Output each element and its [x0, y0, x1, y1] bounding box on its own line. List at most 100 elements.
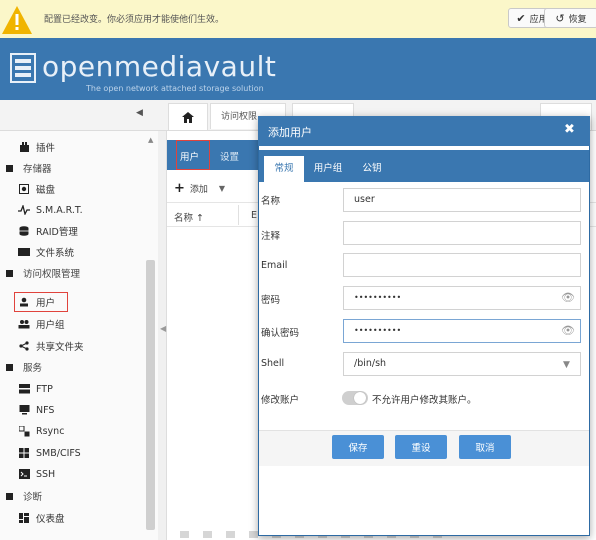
monitor-icon — [18, 405, 30, 415]
dialog-title: 添加用户 — [268, 126, 312, 139]
sidebar-item-label: 访问权限管理 — [23, 269, 81, 280]
sidebar-item-label: S.M.A.R.T. — [36, 204, 83, 216]
tab-general[interactable]: 常规 — [264, 156, 304, 182]
undo-icon: ↺ — [555, 11, 565, 25]
toggle-knob[interactable] — [354, 392, 366, 404]
close-icon[interactable]: ✖ — [564, 122, 575, 137]
terminal-icon — [18, 469, 30, 479]
dashboard-icon — [18, 513, 30, 523]
brand-name: openmediavault — [42, 50, 277, 83]
sidebar-item-shared-folders[interactable]: 共享文件夹 — [0, 336, 146, 356]
sidebar-item-disks[interactable]: 磁盘 — [0, 179, 146, 199]
toggle-description: 不允许用户修改其账户。 — [372, 395, 477, 406]
category-icon — [6, 269, 13, 277]
comment-label: 注释 — [261, 231, 281, 242]
shell-label: Shell — [261, 358, 285, 369]
pager-icon[interactable] — [203, 530, 212, 538]
share-icon — [18, 341, 30, 351]
sidebar-item-label: 插件 — [36, 143, 56, 154]
tab-groups[interactable]: 用户组 — [308, 156, 348, 182]
sidebar-item-label: 服务 — [23, 363, 43, 374]
pager-icon[interactable] — [249, 530, 258, 538]
revert-label: 恢复 — [568, 14, 587, 25]
email-label: Email — [261, 260, 288, 271]
sidebar-item-plugins[interactable]: 插件 — [0, 137, 146, 157]
name-field[interactable]: user — [343, 188, 581, 212]
brand-tagline: The open network attached storage soluti… — [86, 84, 264, 93]
sidebar-scrollbar[interactable] — [146, 260, 155, 530]
sidebar-item-label: 共享文件夹 — [36, 342, 84, 353]
password-field[interactable]: •••••••••• — [343, 286, 581, 310]
sidebar-item-groups[interactable]: 用户组 — [0, 314, 146, 334]
column-header-name[interactable]: 名称 ↑ — [174, 210, 204, 224]
reset-button[interactable]: 重设 — [395, 435, 447, 459]
chevron-down-icon: ▼ — [218, 183, 226, 193]
scroll-up-icon[interactable]: ▲ — [148, 136, 153, 144]
save-button[interactable]: 保存 — [332, 435, 384, 459]
users-icon — [18, 319, 30, 329]
sidebar-item-label: 文件系统 — [36, 248, 75, 259]
collapse-sidebar-icon[interactable]: ◀ — [136, 108, 143, 118]
sidebar-item-label: SSH — [36, 468, 56, 480]
warning-icon — [2, 6, 32, 34]
sidebar-category-access[interactable]: 访问权限管理 — [0, 263, 146, 283]
email-field[interactable] — [343, 253, 581, 277]
eye-icon[interactable]: 👁 — [561, 291, 575, 304]
tab-settings[interactable]: 设置 — [220, 149, 239, 163]
sidebar-item-ftp[interactable]: FTP — [0, 379, 146, 399]
sidebar-item-smart[interactable]: S.M.A.R.T. — [0, 200, 146, 220]
sidebar-item-raid[interactable]: RAID管理 — [0, 221, 146, 241]
tab-public-keys[interactable]: 公钥 — [354, 156, 390, 182]
column-divider — [238, 205, 239, 225]
eye-icon[interactable]: 👁 — [561, 324, 575, 337]
plugin-icon — [18, 142, 30, 152]
sidebar-item-rsync[interactable]: Rsync — [0, 421, 146, 441]
sidebar-category-storage[interactable]: 存储器 — [0, 158, 146, 178]
name-label: 名称 — [261, 196, 281, 207]
database-icon — [18, 226, 30, 236]
sidebar-item-label: Rsync — [36, 425, 65, 437]
category-icon — [6, 492, 13, 500]
category-icon — [6, 363, 13, 371]
sidebar-item-smb[interactable]: SMB/CIFS — [0, 443, 146, 463]
comment-field[interactable] — [343, 221, 581, 245]
add-button[interactable]: + 添加 ▼ — [174, 178, 246, 198]
splitter-arrow-icon[interactable]: ◀ — [160, 324, 166, 333]
sidebar-item-label: 诊断 — [23, 492, 43, 503]
password-label: 密码 — [261, 295, 281, 306]
sidebar-item-label: SMB/CIFS — [36, 447, 81, 459]
folder-icon — [18, 247, 30, 257]
shell-select[interactable]: /bin/sh — [343, 352, 581, 376]
chevron-down-icon[interactable]: ▼ — [563, 360, 570, 370]
sidebar-item-label: 用户组 — [36, 320, 65, 331]
home-button[interactable] — [168, 103, 208, 130]
pager-icon[interactable] — [180, 530, 189, 538]
pager-icon[interactable] — [226, 530, 235, 538]
sidebar-item-filesystems[interactable]: 文件系统 — [0, 242, 146, 262]
sidebar-category-diagnostics[interactable]: 诊断 — [0, 486, 146, 506]
sidebar-item-nfs[interactable]: NFS — [0, 400, 146, 420]
sidebar-category-services[interactable]: 服务 — [0, 357, 146, 377]
sidebar-item-label: FTP — [36, 383, 53, 395]
check-icon: ✔ — [516, 11, 526, 25]
revert-button[interactable]: ↺ 恢复 — [544, 8, 596, 28]
modify-account-label: 修改账户 — [261, 395, 300, 406]
sidebar-item-label: NFS — [36, 404, 55, 416]
sidebar-item-label: 磁盘 — [36, 185, 56, 196]
server-icon — [18, 384, 30, 394]
sidebar-item-label: RAID管理 — [36, 227, 78, 238]
windows-icon — [18, 448, 30, 458]
panel-splitter[interactable] — [158, 131, 167, 540]
home-icon — [182, 111, 194, 123]
selection-highlight — [14, 292, 68, 312]
rsync-icon — [18, 425, 30, 436]
confirm-password-field[interactable]: •••••••••• — [343, 319, 581, 343]
logo-icon — [10, 53, 36, 83]
sidebar-item-dashboard[interactable]: 仪表盘 — [0, 508, 146, 528]
warning-message: 配置已经改变。你必须应用才能使他们生效。 — [44, 15, 225, 25]
cancel-button[interactable]: 取消 — [459, 435, 511, 459]
column-header-email[interactable]: E — [251, 210, 257, 221]
confirm-password-label: 确认密码 — [261, 328, 300, 339]
sidebar-item-ssh[interactable]: SSH — [0, 464, 146, 484]
plus-icon: + — [174, 180, 185, 196]
